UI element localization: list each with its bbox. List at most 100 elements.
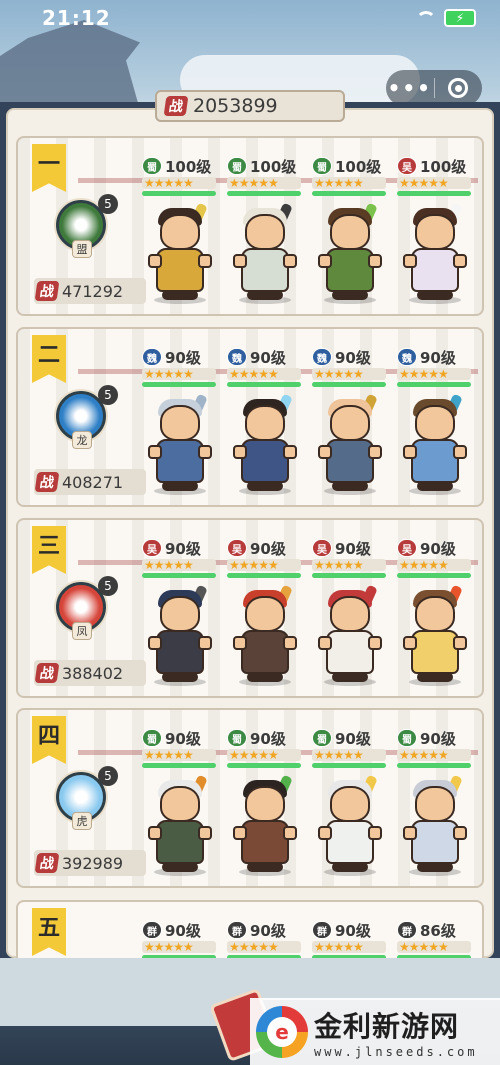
star-rating: ★★★★★ [227,368,301,380]
hero-level: 90级 [420,729,456,748]
hero-slot[interactable]: 魏 90级 ★★★★★ [227,347,301,495]
star-rating: ★★★★★ [227,559,301,571]
site-watermark: e 金利新游网 www.jlnseeds.com [250,998,500,1065]
hp-bar [312,191,386,196]
team-card-4[interactable]: 四 5 虎 战 392989 蜀 90级 ★★★★★ 蜀 90级 ★★★★★ 蜀… [16,708,484,888]
hp-fill [142,763,216,768]
hero-level: 90级 [250,729,286,748]
team-power: 战 392989 [34,850,146,876]
hero-level: 90级 [165,921,201,940]
star-rating: ★★★★★ [227,749,301,761]
hero-slot[interactable]: 群 90级 ★★★★★ [142,920,216,958]
hp-fill [227,191,301,196]
team-card-5[interactable]: 五 群 90级 ★★★★★ 群 90级 ★★★★★ 群 90级 ★★★★★ 群 … [16,900,484,958]
faction-icon: 群 [397,921,417,939]
faction-icon: 吴 [397,539,417,557]
hero-portrait [397,389,471,495]
status-icons: ⚡ [416,9,476,27]
hero-slot[interactable]: 蜀 100级 ★★★★★ [312,156,386,304]
hero-portrait [142,198,216,304]
hp-bar [142,763,216,768]
faction-icon: 群 [227,921,247,939]
team-card-2[interactable]: 二 5 龙 战 408271 魏 90级 ★★★★★ 魏 90级 ★★★★★ 魏… [16,327,484,507]
watermark-title: 金利新游网 [314,1009,460,1043]
hero-slot[interactable]: 蜀 100级 ★★★★★ [227,156,301,304]
hero-level: 90级 [250,921,286,940]
hero-slot[interactable]: 魏 90级 ★★★★★ [142,347,216,495]
team-power: 战 408271 [34,469,146,495]
more-options-icon[interactable]: ••• [386,76,434,100]
hero-slot[interactable]: 吴 90级 ★★★★★ [397,538,471,686]
star-rating: ★★★★★ [397,177,471,189]
faction-icon: 蜀 [312,157,332,175]
star-rating: ★★★★★ [312,368,386,380]
hp-fill [312,573,386,578]
hero-level: 100级 [335,157,382,176]
hero-portrait [227,389,301,495]
hero-portrait [397,198,471,304]
hero-portrait [312,580,386,686]
hero-level: 100级 [250,157,297,176]
faction-icon: 蜀 [142,157,162,175]
hero-level: 86级 [420,921,456,940]
star-rating: ★★★★★ [397,368,471,380]
hero-slot[interactable]: 吴 90级 ★★★★★ [142,538,216,686]
faction-icon: 群 [142,921,162,939]
hero-slot[interactable]: 群 90级 ★★★★★ [312,920,386,958]
hp-fill [397,382,471,387]
hero-slot[interactable]: 群 90级 ★★★★★ [227,920,301,958]
team-power: 战 471292 [34,278,146,304]
hero-level: 90级 [250,539,286,558]
team-power: 战 388402 [34,660,146,686]
close-mini-program-button[interactable] [435,78,483,98]
total-power-value: 2053899 [193,95,278,117]
star-rating: ★★★★★ [142,749,216,761]
hero-slot[interactable]: 吴 90级 ★★★★★ [312,538,386,686]
hp-fill [397,191,471,196]
hero-slot[interactable]: 魏 90级 ★★★★★ [312,347,386,495]
team-card-3[interactable]: 三 5 凤 战 388402 吴 90级 ★★★★★ 吴 90级 ★★★★★ 吴… [16,518,484,698]
hero-slot[interactable]: 蜀 90级 ★★★★★ [227,728,301,876]
star-rating: ★★★★★ [397,559,471,571]
hp-bar [142,382,216,387]
emblem-name: 龙 [72,431,92,449]
hero-slot[interactable]: 吴 90级 ★★★★★ [227,538,301,686]
hero-slot[interactable]: 蜀 100级 ★★★★★ [142,156,216,304]
hp-fill [142,382,216,387]
faction-icon: 吴 [142,539,162,557]
hero-portrait [142,580,216,686]
hero-portrait [312,389,386,495]
faction-icon: 吴 [227,539,247,557]
hp-fill [397,573,471,578]
hero-level: 90级 [165,539,201,558]
emblem-level-badge: 5 [98,766,118,786]
team-power-value: 388402 [62,663,124,683]
wifi-icon [416,11,436,25]
hero-level: 90级 [165,348,201,367]
hero-slot[interactable]: 蜀 90级 ★★★★★ [312,728,386,876]
hp-bar [227,382,301,387]
hero-slot[interactable]: 蜀 90级 ★★★★★ [142,728,216,876]
team-rank-flag: 五 [32,908,66,956]
faction-icon: 魏 [142,348,162,366]
hero-slot[interactable]: 群 86级 ★★★★★ [397,920,471,958]
power-badge-icon: 战 [34,663,60,683]
hero-slot[interactable]: 吴 100级 ★★★★★ [397,156,471,304]
hero-portrait [142,389,216,495]
hero-slot[interactable]: 蜀 90级 ★★★★★ [397,728,471,876]
hp-fill [312,382,386,387]
hero-level: 90级 [420,539,456,558]
hp-fill [142,191,216,196]
faction-icon: 蜀 [142,729,162,747]
star-rating: ★★★★★ [312,749,386,761]
hp-bar [142,573,216,578]
team-card-1[interactable]: 一 5 盟 战 471292 蜀 100级 ★★★★★ 蜀 100级 ★★★★★ [16,136,484,316]
faction-icon: 蜀 [227,157,247,175]
hero-portrait [227,770,301,876]
emblem-level-badge: 5 [98,385,118,405]
hp-fill [312,191,386,196]
star-rating: ★★★★★ [142,941,216,953]
team-power-value: 408271 [62,472,124,492]
emblem-level-badge: 5 [98,194,118,214]
hero-slot[interactable]: 魏 90级 ★★★★★ [397,347,471,495]
